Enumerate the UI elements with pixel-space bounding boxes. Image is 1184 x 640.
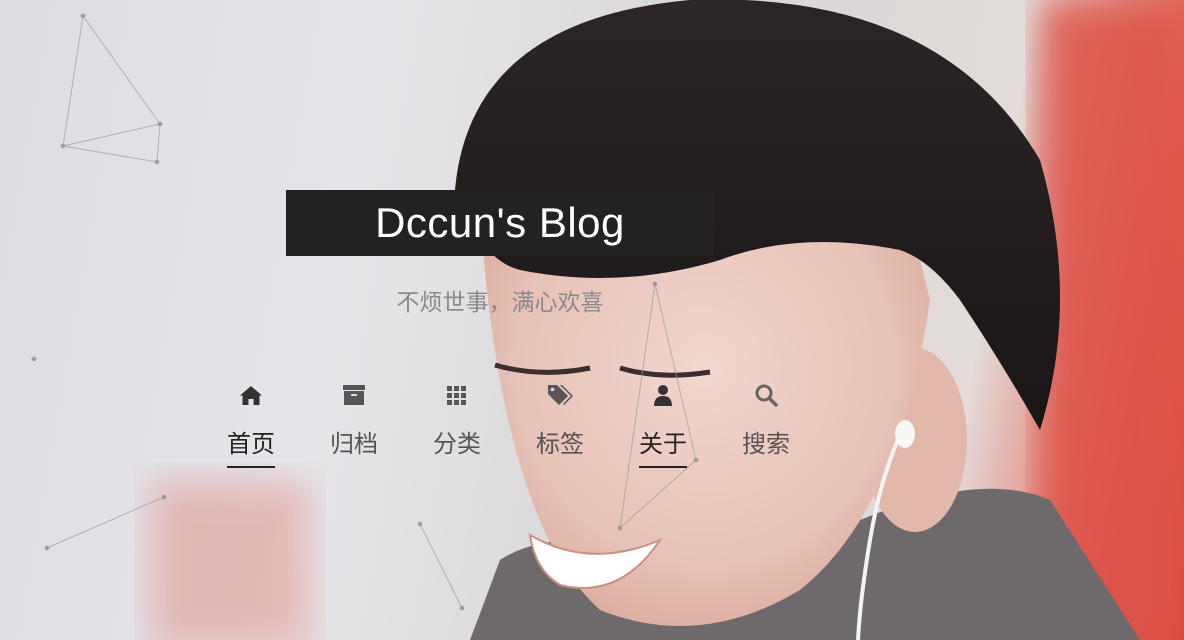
nav-item-home[interactable]: 首页: [200, 378, 302, 474]
decorative-network-lines: [31, 13, 699, 611]
nav-item-tags[interactable]: 标签: [509, 378, 611, 474]
nav-item-categories[interactable]: 分类: [406, 378, 508, 474]
site-subtitle: 不烦世事，满心欢喜: [396, 290, 604, 316]
nav-label-home: 首页: [227, 430, 275, 468]
grid-icon: [447, 386, 466, 405]
user-icon: [654, 385, 672, 406]
site-brand[interactable]: Dccun's Blog: [286, 190, 714, 256]
nav-item-archive[interactable]: 归档: [303, 378, 405, 474]
nav-label-search: 搜索: [742, 430, 790, 458]
search-icon: [755, 384, 778, 407]
blog-header: Dccun's Blog 不烦世事，满心欢喜 首页 归档 分类 标签 关于 搜索: [0, 0, 1184, 640]
nav-label-tags: 标签: [536, 430, 584, 458]
home-icon: [240, 386, 262, 405]
nav-item-about[interactable]: 关于: [612, 378, 714, 474]
nav-label-archive: 归档: [330, 430, 378, 458]
nav-item-search[interactable]: 搜索: [715, 378, 817, 474]
archive-icon: [343, 385, 365, 405]
nav-label-categories: 分类: [433, 430, 481, 458]
tags-icon: [548, 385, 573, 405]
main-nav: 首页 归档 分类 标签 关于 搜索: [200, 378, 820, 478]
nav-label-about: 关于: [639, 430, 687, 468]
site-title[interactable]: Dccun's Blog: [375, 202, 625, 244]
